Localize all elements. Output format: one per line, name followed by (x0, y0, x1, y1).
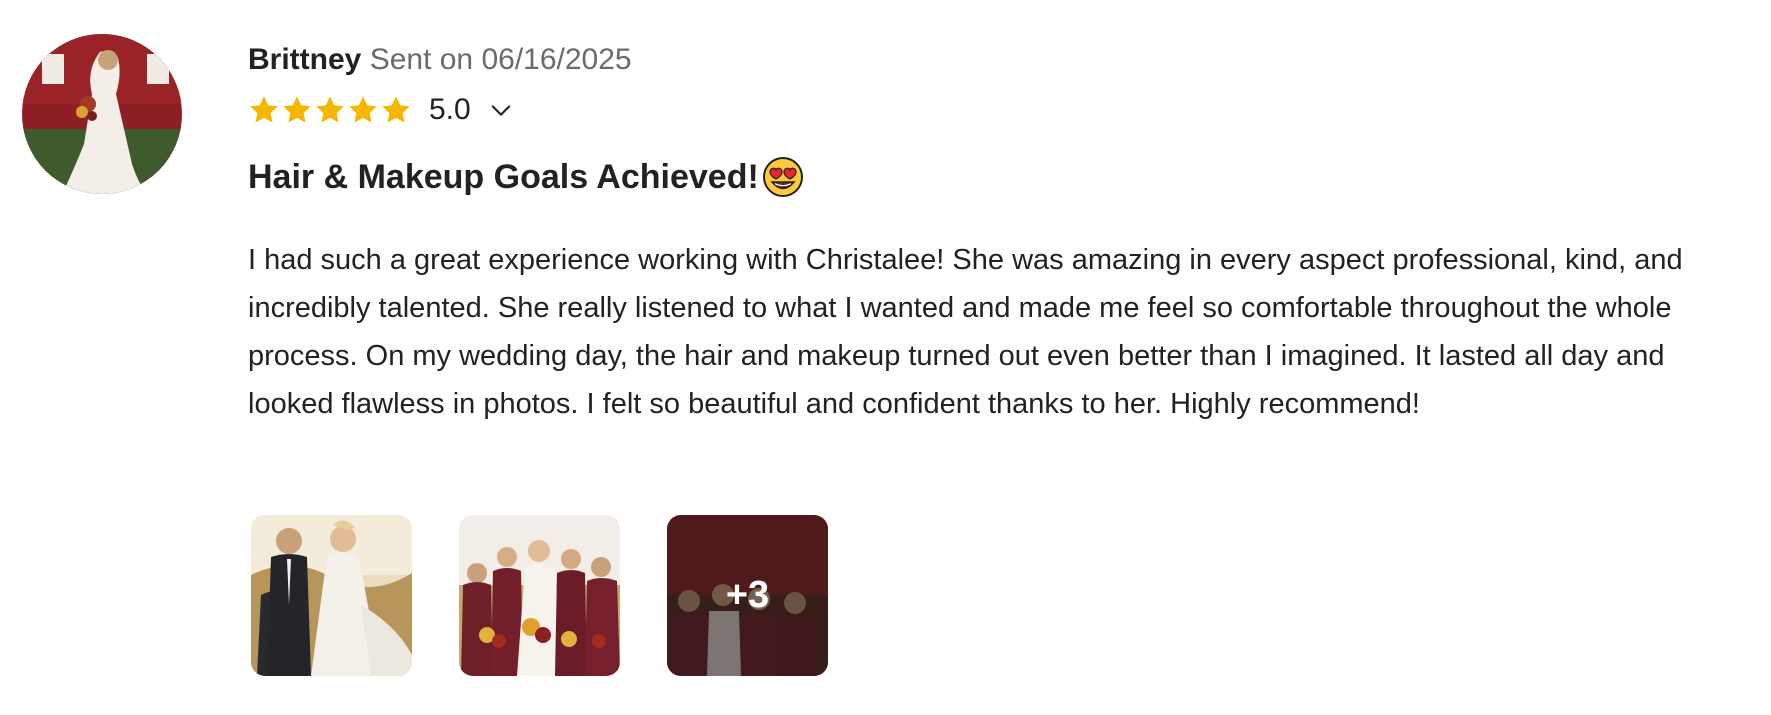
review-card: Brittney Sent on 06/16/2025 5.0 Hair & M… (0, 0, 1771, 715)
more-photos-thumbnail[interactable]: +3 (667, 515, 828, 676)
star-icon (250, 96, 278, 123)
reviewer-name[interactable]: Brittney (248, 43, 361, 76)
review-body: I had such a great experience working wi… (248, 244, 1683, 420)
review-photo-thumbnail[interactable] (459, 515, 620, 676)
more-photos-count: +3 (667, 515, 828, 676)
reviewer-avatar[interactable] (22, 34, 182, 194)
chevron-down-icon[interactable] (487, 96, 515, 124)
star-icon (349, 96, 377, 123)
review-title-text: Hair & Makeup Goals Achieved! (248, 158, 759, 196)
sent-date: Sent on 06/16/2025 (369, 43, 632, 76)
review-content: Brittney Sent on 06/16/2025 5.0 Hair & M… (248, 40, 1748, 428)
star-icon (382, 96, 410, 123)
review-meta: Brittney Sent on 06/16/2025 (248, 40, 1748, 80)
heart-eyes-emoji-icon (762, 157, 803, 197)
review-title: Hair & Makeup Goals Achieved! (248, 154, 1748, 200)
rating-value: 5.0 (429, 93, 471, 126)
star-icon (283, 96, 311, 123)
rating-row: 5.0 (248, 90, 1748, 130)
review-photos: +3 (251, 515, 875, 676)
star-rating (248, 94, 413, 126)
star-icon (316, 96, 344, 123)
review-photo-thumbnail[interactable] (251, 515, 412, 676)
